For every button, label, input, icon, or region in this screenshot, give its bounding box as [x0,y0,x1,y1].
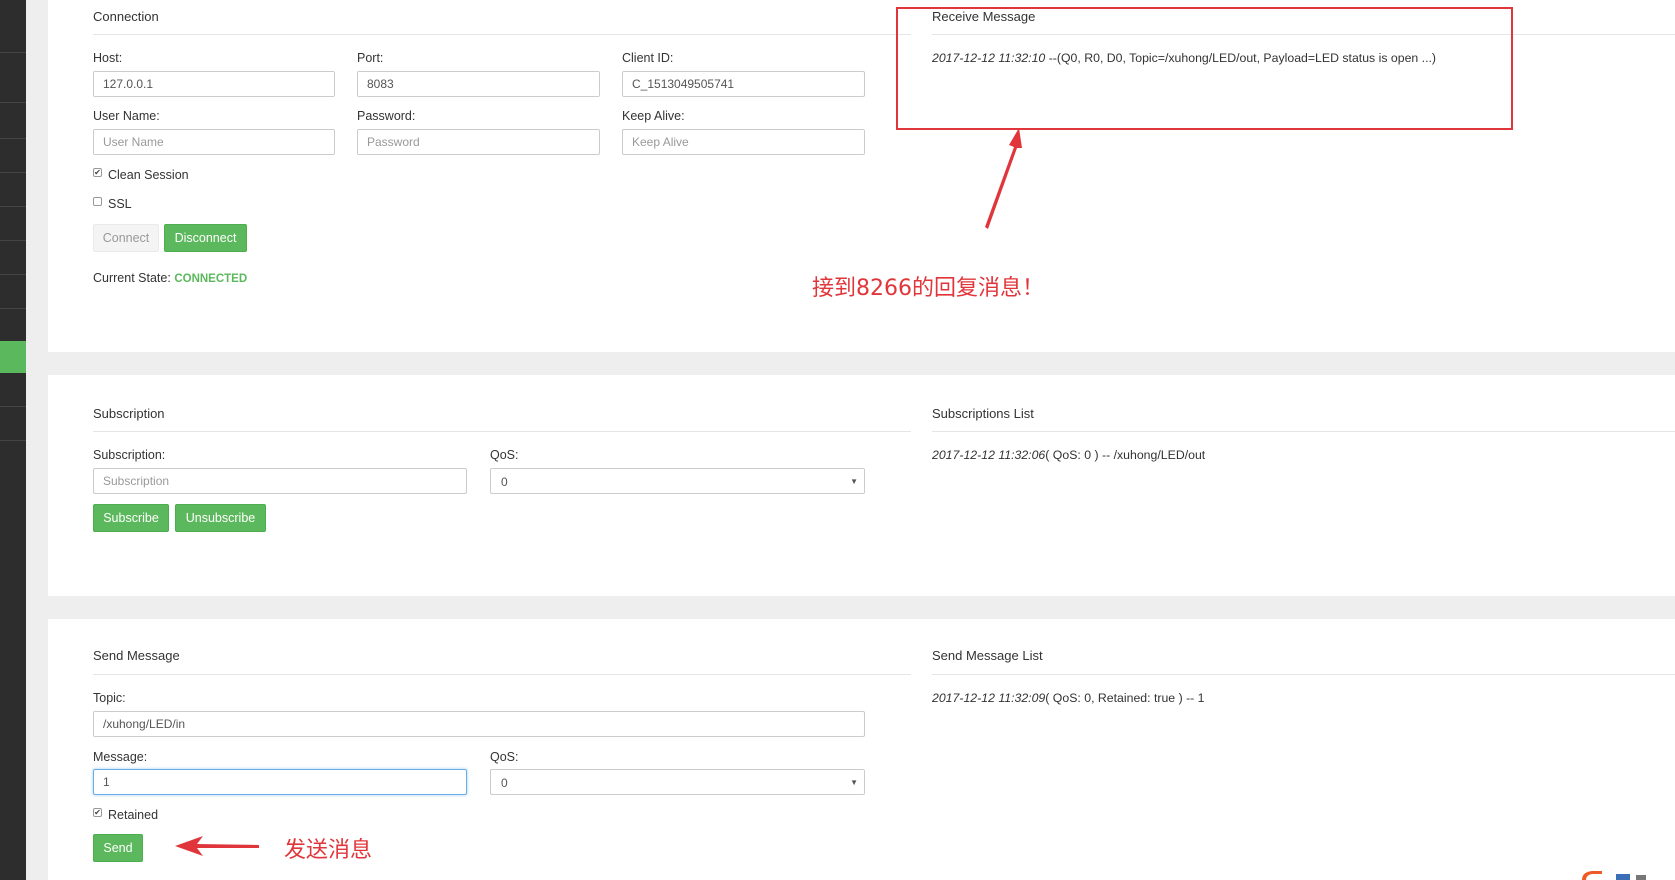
client-id-input[interactable] [622,71,865,97]
send-qos-select[interactable]: 0 ▼ [490,769,865,795]
port-input[interactable] [357,71,600,97]
retained-label: Retained [108,808,159,822]
check-icon: ✔ [94,168,101,177]
topic-label: Topic: [93,691,126,705]
corner-widget-icon [1582,871,1646,880]
host-input[interactable] [93,71,335,97]
subscriptions-list-divider [932,431,1675,432]
subscription-divider [93,431,911,432]
password-label: Password: [357,109,416,123]
sidebar-divider [0,274,26,275]
connection-divider [93,34,911,35]
subscriptions-list-title: Subscriptions List [932,406,1034,421]
check-icon: ✔ [94,808,101,817]
sub-qos-select[interactable]: 0 ▼ [490,468,865,494]
send-button[interactable]: Send [93,834,143,862]
subscribe-button[interactable]: Subscribe [93,504,169,532]
sidebar-divider [0,406,26,407]
password-input[interactable] [357,129,600,155]
sidebar-divider [0,52,26,53]
clean-session-label: Clean Session [108,168,189,182]
sidebar-divider [0,206,26,207]
host-label: Host: [93,51,123,65]
keepalive-input[interactable] [622,129,865,155]
annotation-arrow-up-icon [985,128,1022,229]
send-qos-label: QoS: [490,750,519,764]
sidebar-divider [0,440,26,441]
subscription-list-item: 2017-12-12 11:32:06( QoS: 0 ) -- /xuhong… [932,448,1205,462]
topic-input[interactable] [93,711,865,737]
sidebar-divider [0,172,26,173]
send-time: 2017-12-12 11:32:09 [932,691,1046,705]
disconnect-button[interactable]: Disconnect [164,224,247,252]
port-label: Port: [357,51,384,65]
sub-qos-label: QoS: [490,448,519,462]
send-message-title: Send Message [93,648,180,663]
send-message-list-divider [932,674,1675,675]
current-state: Current State: CONNECTED [93,271,247,285]
connection-title: Connection [93,9,159,24]
annotation-arrow-left-icon [175,836,259,856]
subscription-label: Subscription: [93,448,166,462]
sidebar-divider [0,138,26,139]
subscription-panel: Subscription Subscription: QoS: 0 ▼ Subs… [48,375,1675,596]
sidebar-item-active[interactable] [0,341,26,373]
username-label: User Name: [93,109,160,123]
keepalive-label: Keep Alive: [622,109,685,123]
connect-button[interactable]: Connect [93,224,159,252]
send-annotation-text: 发送消息 [284,838,373,863]
subscription-text: ( QoS: 0 ) -- /xuhong/LED/out [1045,448,1206,462]
sidebar-divider [0,102,26,103]
message-input[interactable] [93,769,467,795]
annotation-highlight-box [896,7,1513,130]
send-message-list-title: Send Message List [932,648,1043,663]
caret-down-icon: ▼ [850,778,858,787]
sidebar-divider [0,240,26,241]
current-state-value: CONNECTED [174,273,248,285]
retained-checkbox[interactable]: ✔ [93,808,102,817]
username-input[interactable] [93,129,335,155]
subscription-time: 2017-12-12 11:32:06 [932,448,1046,462]
receive-annotation-text: 接到8266的回复消息！ [812,276,1044,301]
send-list-item: 2017-12-12 11:32:09( QoS: 0, Retained: t… [932,691,1205,705]
clean-session-checkbox[interactable]: ✔ [93,168,102,177]
sidebar [0,0,26,880]
ssl-checkbox[interactable] [93,197,102,206]
ssl-label: SSL [108,197,132,211]
subscription-title: Subscription [93,406,165,421]
unsubscribe-button[interactable]: Unsubscribe [175,504,266,532]
send-text: ( QoS: 0, Retained: true ) -- 1 [1045,691,1205,705]
send-message-divider [93,674,911,675]
client-id-label: Client ID: [622,51,674,65]
sidebar-divider [0,308,26,309]
caret-down-icon: ▼ [850,477,858,486]
message-label: Message: [93,750,148,764]
send-qos-value: 0 [501,776,508,790]
subscription-input[interactable] [93,468,467,494]
sub-qos-value: 0 [501,475,508,489]
current-state-label: Current State: [93,271,171,285]
